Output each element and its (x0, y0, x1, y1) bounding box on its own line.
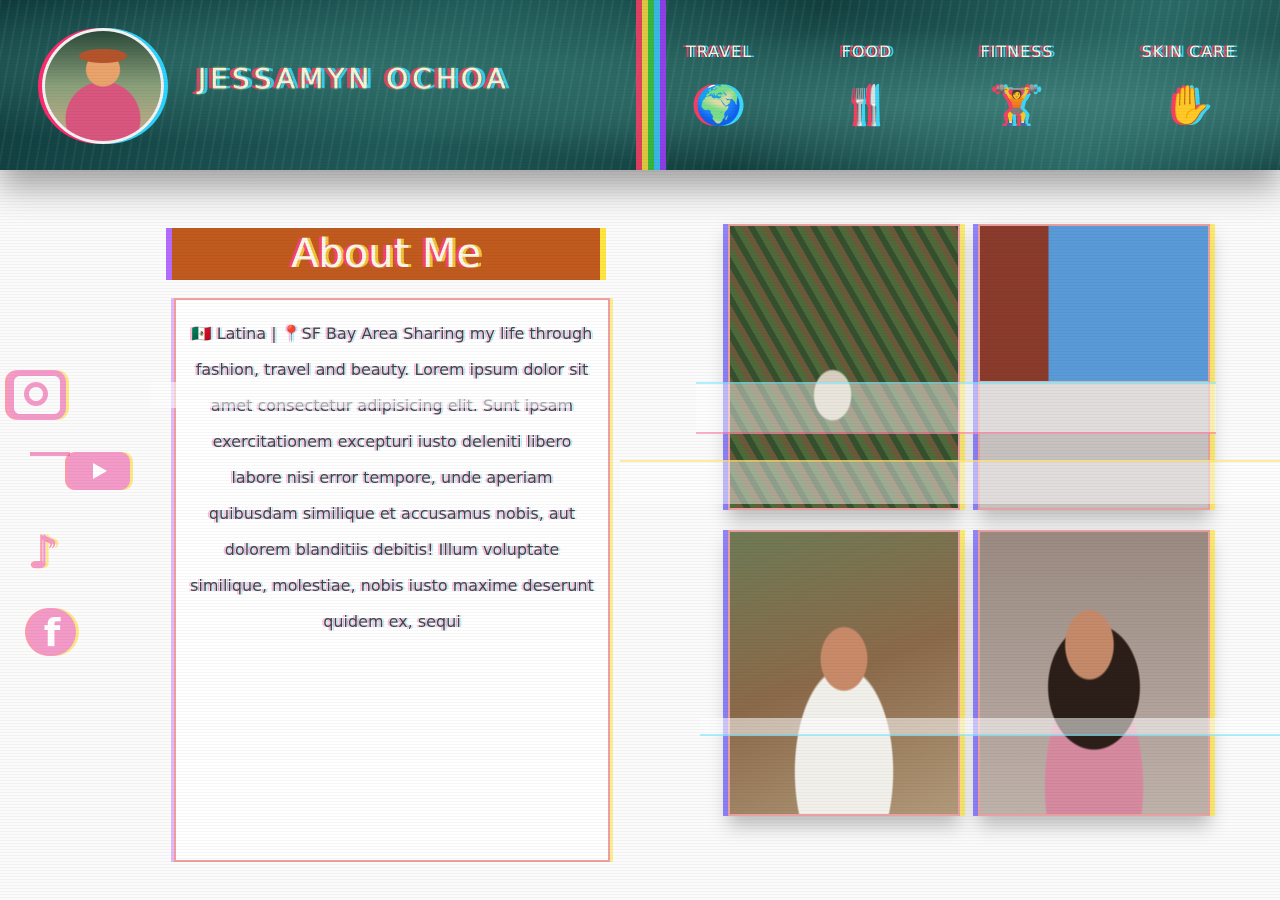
fork-knife-icon: 🍴 (843, 83, 891, 127)
site-title[interactable]: JESSAMYN OCHOA (198, 62, 510, 95)
instagram-link[interactable] (8, 366, 128, 420)
facebook-icon: f (28, 608, 76, 656)
nav-skin-care-label: SKIN CARE (1141, 42, 1237, 61)
dumbbell-icon: 🏋 (993, 83, 1041, 127)
tiktok-link[interactable]: ♪ (8, 528, 128, 578)
nav-fitness[interactable]: FITNESS 🏋 (962, 42, 1072, 131)
globe-icon: 🌍 (695, 83, 743, 127)
nav-skin-care[interactable]: SKIN CARE ✋ (1134, 42, 1244, 131)
photo-jungle[interactable] (728, 224, 960, 510)
nav-food[interactable]: FOOD 🍴 (812, 42, 922, 131)
nav-travel[interactable]: TRAVEL 🌍 (664, 42, 774, 131)
about-card: 🇲🇽 Latina | 📍SF Bay Area Sharing my life… (174, 298, 610, 862)
photo-portrait-floral[interactable] (978, 530, 1210, 816)
site-header: JESSAMYN OCHOA TRAVEL 🌍 FOOD 🍴 FITNESS 🏋… (0, 0, 1280, 170)
youtube-icon (68, 452, 130, 490)
youtube-link[interactable] (8, 450, 130, 500)
nav-food-label: FOOD (841, 42, 893, 61)
nav-fitness-label: FITNESS (980, 42, 1054, 61)
instagram-icon (8, 370, 66, 420)
about-title: About Me (172, 228, 600, 280)
tiktok-icon: ♪ (30, 525, 60, 579)
facebook-link[interactable]: f (8, 608, 128, 658)
photo-portrait-white-dress[interactable] (728, 530, 960, 816)
avatar[interactable] (42, 28, 164, 144)
photo-balcony[interactable] (978, 224, 1210, 510)
glitch-bar (636, 0, 666, 170)
about-text: 🇲🇽 Latina | 📍SF Bay Area Sharing my life… (190, 324, 594, 631)
youtube-accent-line (30, 452, 70, 456)
sparkle-hand-icon: ✋ (1165, 83, 1213, 127)
nav-travel-label: TRAVEL (685, 42, 753, 61)
avatar-hat (79, 49, 127, 63)
